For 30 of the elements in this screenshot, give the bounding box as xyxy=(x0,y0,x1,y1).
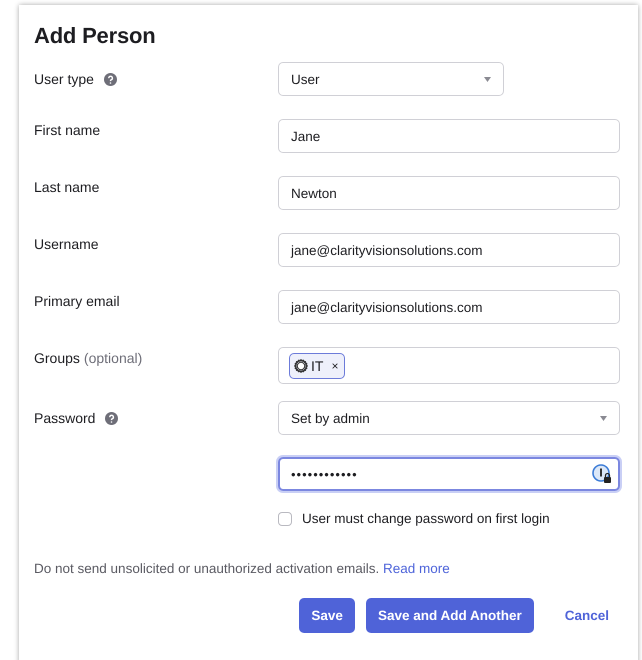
field-label: Primary email xyxy=(34,293,120,309)
dropdown[interactable]: Set by admin xyxy=(278,401,620,435)
field-label: First name xyxy=(34,122,100,138)
remove-tag-button[interactable]: × xyxy=(331,358,338,372)
optional-hint: (optional) xyxy=(84,350,142,366)
input-field[interactable]: Jane xyxy=(278,119,620,153)
input-field[interactable]: jane@clarityvisionsolutions.com xyxy=(278,233,620,267)
field-label: Last name xyxy=(34,179,100,195)
password-manager-icon xyxy=(592,464,612,484)
input-field[interactable]: jane@clarityvisionsolutions.com xyxy=(278,290,620,324)
notice-text: Do not send unsolicited or unauthorized activation emails. Read more xyxy=(34,561,451,576)
field-label: Username xyxy=(34,236,99,252)
field-label: Groups xyxy=(34,350,80,366)
caret-icon xyxy=(600,416,607,420)
tag-label: IT xyxy=(311,358,324,374)
save-button[interactable]: Save xyxy=(299,598,355,633)
tag-input-field[interactable]: IT × xyxy=(278,347,620,384)
field-label: Password xyxy=(34,410,96,426)
caret-icon xyxy=(484,76,491,82)
read-more-link[interactable]: Read more xyxy=(382,561,450,576)
input-field[interactable]: Newton xyxy=(278,176,620,210)
cancel-button[interactable]: Cancel xyxy=(544,598,623,633)
checkbox-label: User must change password on first login xyxy=(302,511,550,526)
dropdown[interactable]: User xyxy=(278,62,504,96)
password-field[interactable]: •••••••••••• xyxy=(278,457,620,491)
dialog-title: Add Person xyxy=(34,23,156,49)
field-label: User type xyxy=(34,71,94,87)
gear-icon xyxy=(294,358,308,372)
checkbox[interactable] xyxy=(278,512,292,526)
save-button[interactable]: Save and Add Another xyxy=(366,598,534,633)
